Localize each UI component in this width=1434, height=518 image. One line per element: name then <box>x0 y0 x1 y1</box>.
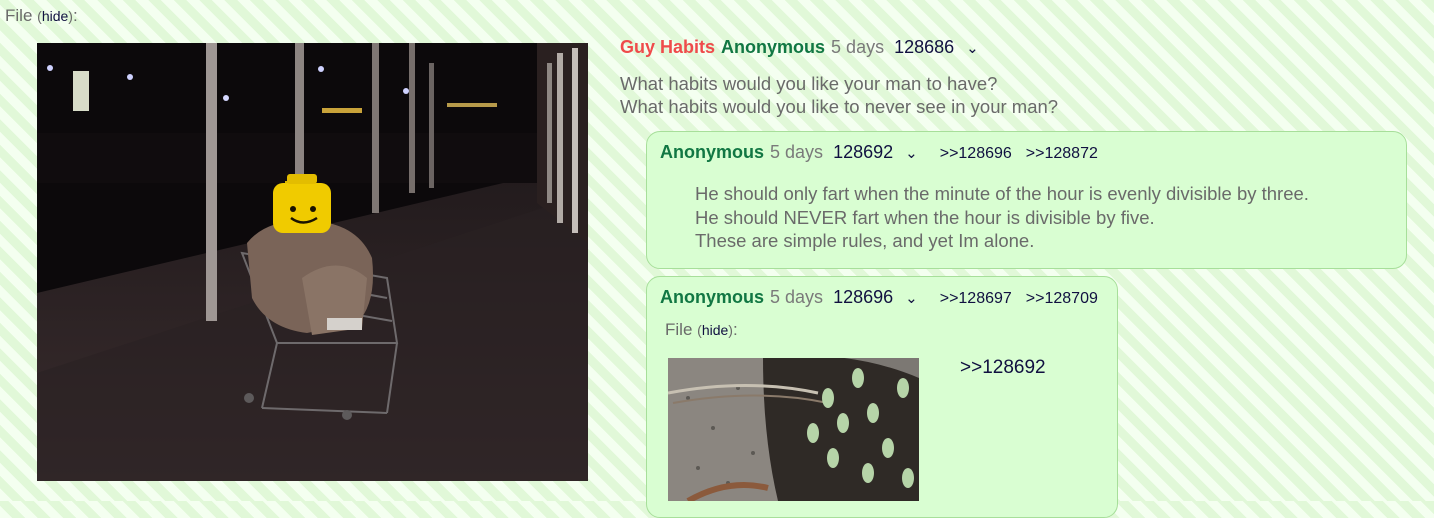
hide-file-link[interactable]: hide <box>42 8 68 24</box>
quote-link[interactable]: >>128692 <box>960 357 1046 379</box>
file-label: File <box>665 320 693 339</box>
op-post-number[interactable]: 128686 <box>894 37 954 58</box>
reply-name: Anonymous <box>660 287 765 307</box>
reply-body-line: These are simple rules, and yet Im alone… <box>695 230 1035 251</box>
reply-post-number[interactable]: 128696 <box>833 287 893 308</box>
backlink[interactable]: >>128872 <box>1026 145 1098 163</box>
reply-post-number[interactable]: 128692 <box>833 142 893 163</box>
file-label: File <box>5 6 33 25</box>
op-photo <box>37 43 588 481</box>
op-file-info: File (hide): <box>5 6 78 25</box>
backlink[interactable]: >>128697 <box>940 290 1012 308</box>
op-header: Guy Habits Anonymous 5 days 128686 ⌄ <box>620 37 993 58</box>
reply-body: He should only fart when the minute of t… <box>695 182 1309 253</box>
op-time: 5 days <box>831 37 885 57</box>
reply-body-line: He should NEVER fart when the hour is di… <box>695 206 1155 228</box>
op-image[interactable] <box>37 43 588 481</box>
op-body-line: What habits would you like to never see … <box>620 96 1059 117</box>
reply-header: Anonymous 5 days 128696 ⌄ >>128697 >>128… <box>660 287 1098 308</box>
chevron-down-icon[interactable]: ⌄ <box>905 289 918 307</box>
reply-image[interactable] <box>668 358 919 501</box>
op-body-line: What habits would you like your man to h… <box>620 73 998 94</box>
reply-time: 5 days <box>770 287 824 307</box>
op-body: What habits would you like your man to h… <box>620 72 1058 118</box>
backlink[interactable]: >>128709 <box>1026 290 1098 308</box>
reply-file-info: File (hide): <box>665 320 738 339</box>
reply-header: Anonymous 5 days 128692 ⌄ >>128696 >>128… <box>660 142 1112 163</box>
hide-file-link[interactable]: hide <box>702 322 728 338</box>
chevron-down-icon[interactable]: ⌄ <box>966 39 979 57</box>
backlink[interactable]: >>128696 <box>940 145 1012 163</box>
op-name: Anonymous <box>721 37 826 57</box>
reply-name: Anonymous <box>660 142 765 162</box>
reply-photo <box>668 358 919 501</box>
reply-body-line: He should only fart when the minute of t… <box>695 183 1309 204</box>
reply-time: 5 days <box>770 142 824 162</box>
chevron-down-icon[interactable]: ⌄ <box>905 144 918 162</box>
op-subject: Guy Habits <box>620 37 716 57</box>
